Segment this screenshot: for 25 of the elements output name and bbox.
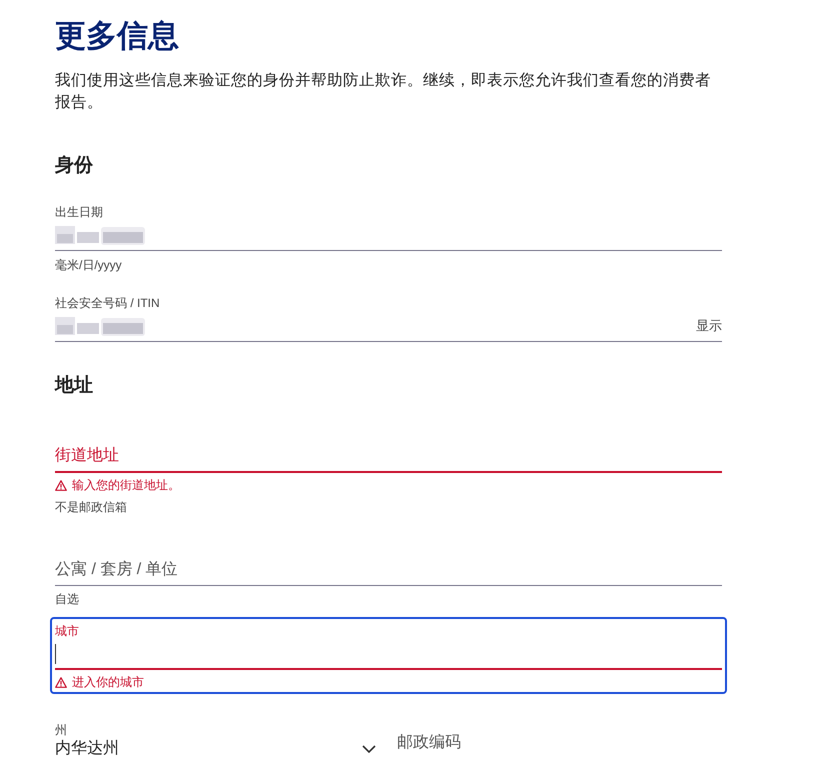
field-label: 出生日期 <box>55 204 103 220</box>
section-heading: 身份 <box>55 154 93 178</box>
field-hint: 自选 <box>55 591 79 607</box>
input-field[interactable]: 显示 <box>55 311 722 342</box>
show-button[interactable]: 显示 <box>696 317 722 335</box>
field-hint: 不是邮政信箱 <box>55 499 127 515</box>
input-field[interactable]: 邮政编码 <box>397 734 722 752</box>
error-text: 进入你的城市 <box>72 674 144 690</box>
section-heading: 地址 <box>55 374 93 398</box>
error-text: 输入您的街道地址。 <box>72 477 180 493</box>
field-label: 社会安全号码 / ITIN <box>55 295 160 311</box>
warning-icon <box>55 480 67 490</box>
intro-text: 我们使用这些信息来验证您的身份并帮助防止欺诈。继续，即表示您允许我们查看您的消费者报告。 <box>55 71 712 113</box>
warning-icon <box>55 676 67 688</box>
redacted-value-icon <box>55 315 147 337</box>
input-field[interactable]: 街道地址 <box>55 441 722 473</box>
text-cursor <box>55 644 56 664</box>
chevron-down-icon <box>362 745 376 753</box>
input-field[interactable]: 公寓 / 套房 / 单位 <box>55 554 722 586</box>
page-title: 更多信息 <box>55 17 180 55</box>
field-hint: 毫米/日/yyyy <box>55 257 122 273</box>
state-select[interactable]: 州 内华达州 <box>55 722 380 760</box>
redacted-value-icon <box>55 224 147 246</box>
field-label: 城市 <box>55 623 79 639</box>
input-field[interactable]: 城市 进入你的城市 <box>50 617 727 694</box>
